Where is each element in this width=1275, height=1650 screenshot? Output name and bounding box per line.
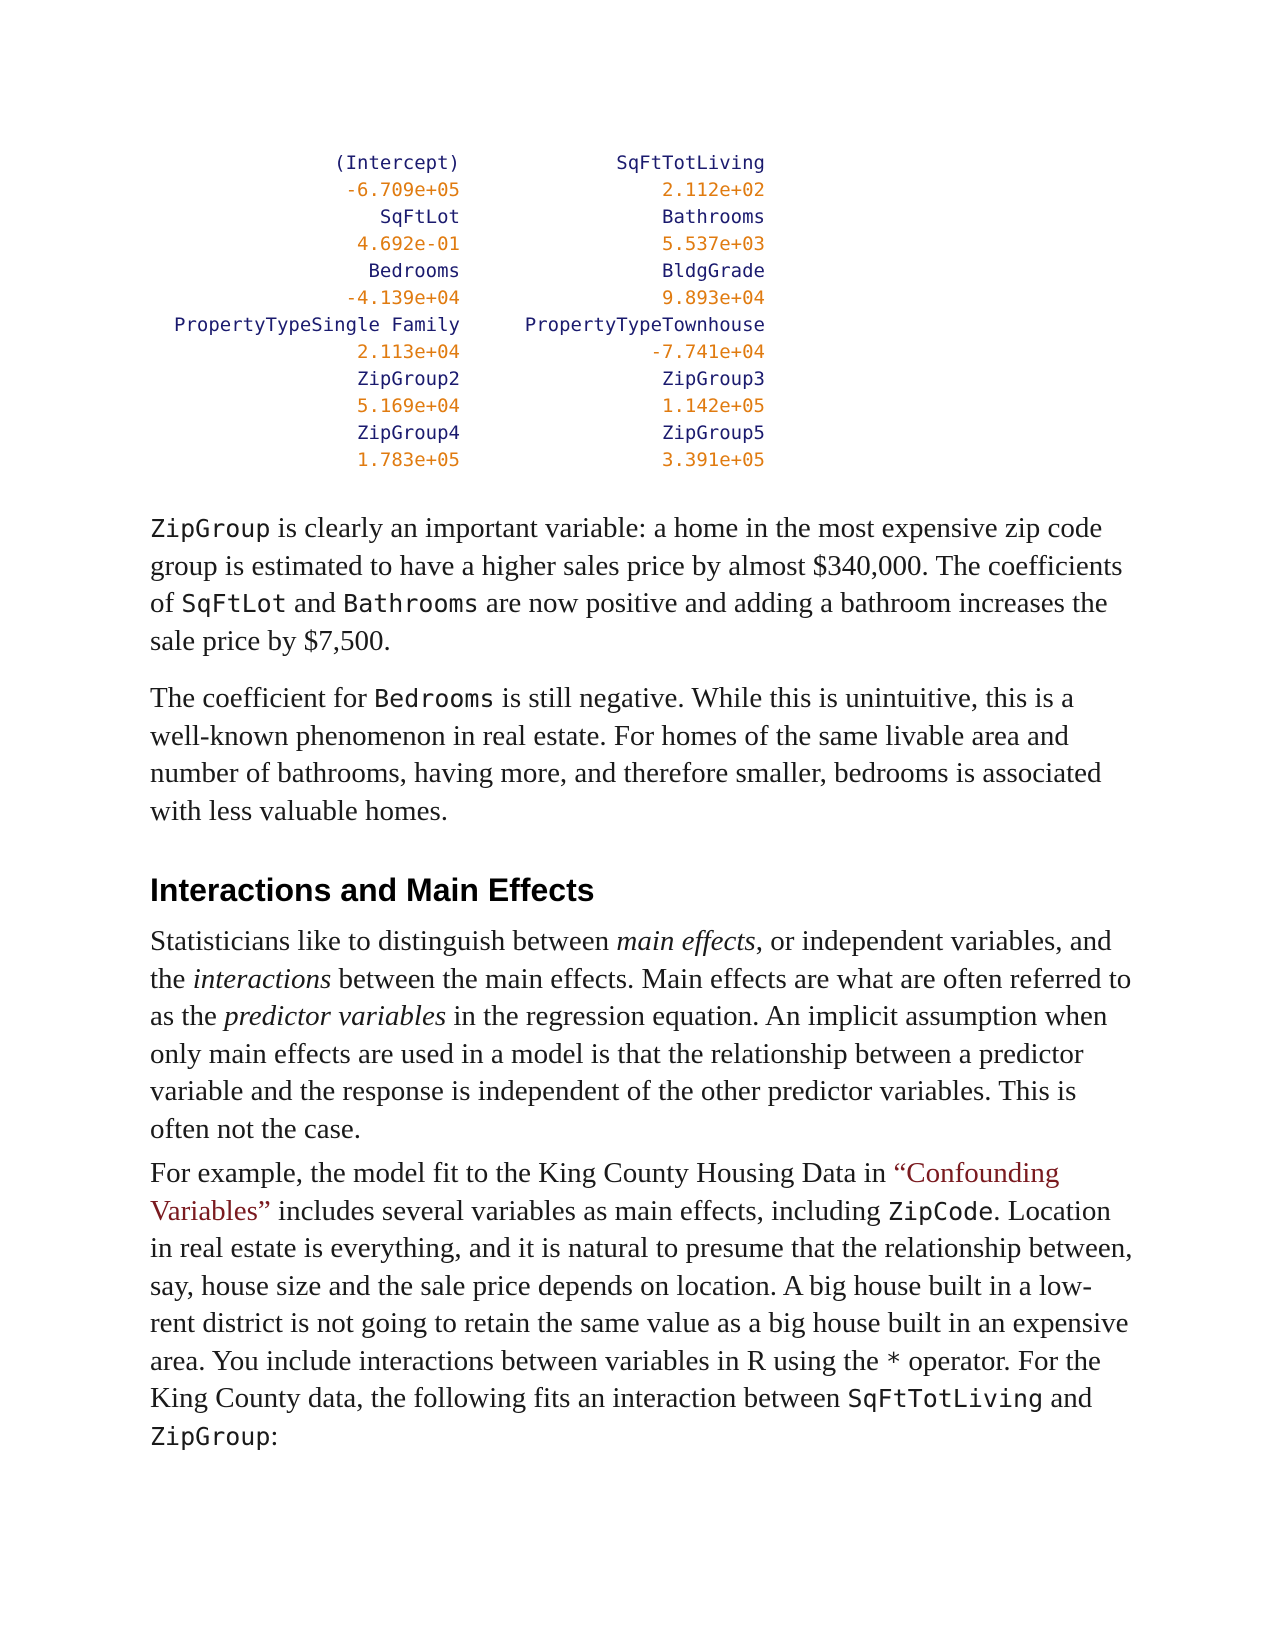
text-run: and — [1043, 1382, 1093, 1414]
inline-code: ZipCode — [887, 1196, 994, 1226]
inline-code: Bedrooms — [374, 684, 495, 713]
code-row: 1.783e+05 3.391e+05 — [150, 447, 770, 474]
coef-name: Bedrooms — [368, 260, 460, 282]
code-row: ZipGroup4 ZipGroup5 — [150, 420, 770, 447]
coef-value: 2.112e+02 — [662, 179, 765, 201]
code-row: Bedrooms BldgGrade — [150, 258, 770, 285]
emphasis: predictor variables — [224, 1000, 447, 1032]
coef-name: SqFtTotLiving — [616, 152, 765, 174]
coef-name: ZipGroup5 — [662, 422, 765, 444]
inline-code: Bathrooms — [343, 589, 479, 618]
inline-code: * — [886, 1346, 902, 1376]
coef-name: ZipGroup2 — [357, 368, 460, 390]
coef-name: ZipGroup3 — [662, 368, 765, 390]
inline-code: SqFtTotLiving — [847, 1384, 1044, 1413]
coef-name: ZipGroup4 — [357, 422, 460, 444]
coef-value: 4.692e-01 — [357, 233, 460, 255]
coef-name: (Intercept) — [334, 152, 460, 174]
code-row: -4.139e+04 9.893e+04 — [150, 285, 770, 312]
inline-code: ZipGroup — [150, 514, 271, 543]
text-run: The coefficient for — [150, 682, 375, 714]
coef-value: 2.113e+04 — [357, 341, 460, 363]
paragraph-main-effects: Statisticians like to distinguish betwee… — [150, 923, 1135, 1148]
coef-name: PropertyTypeSingle Family — [174, 314, 460, 336]
coef-value: -7.741e+04 — [650, 341, 765, 363]
text-run: : — [270, 1419, 279, 1452]
coef-value: -6.709e+05 — [345, 179, 460, 201]
section-heading: Interactions and Main Effects — [150, 872, 595, 908]
paragraph-bedrooms: The coefficient for Bedrooms is still ne… — [150, 680, 1135, 830]
coef-name: Bathrooms — [662, 206, 765, 228]
coef-name: BldgGrade — [662, 260, 765, 282]
code-row: ZipGroup2 ZipGroup3 — [150, 366, 770, 393]
paragraph-zipgroup: ZipGroup is clearly an important variabl… — [150, 510, 1135, 660]
coef-value: 1.142e+05 — [662, 395, 765, 417]
emphasis: interactions — [192, 962, 332, 995]
coefficient-output: (Intercept) SqFtTotLiving -6.709e+05 2.1… — [150, 150, 770, 474]
text-run: includes several variables as main effec… — [270, 1194, 888, 1227]
coef-name: SqFtLot — [379, 206, 460, 228]
coef-value: 5.169e+04 — [357, 395, 460, 417]
code-row: (Intercept) SqFtTotLiving — [150, 150, 770, 177]
code-row: 5.169e+04 1.142e+05 — [150, 393, 770, 420]
inline-code: SqFtLot — [181, 589, 287, 618]
text-run: For example, the model fit to the King C… — [150, 1157, 894, 1189]
coef-value: 9.893e+04 — [662, 287, 765, 309]
coef-value: 3.391e+05 — [662, 449, 765, 471]
coef-name: PropertyTypeTownhouse — [524, 314, 765, 336]
page: (Intercept) SqFtTotLiving -6.709e+05 2.1… — [0, 0, 1275, 1650]
coef-value: 1.783e+05 — [357, 449, 460, 471]
code-row: 2.113e+04 -7.741e+04 — [150, 339, 770, 366]
coef-value: 5.537e+03 — [662, 233, 765, 255]
code-row: SqFtLot Bathrooms — [150, 204, 770, 231]
text-run: Statisticians like to distinguish betwee… — [150, 925, 617, 957]
code-row: PropertyTypeSingle Family PropertyTypeTo… — [150, 312, 770, 339]
emphasis: main effects — [616, 925, 756, 957]
code-row: -6.709e+05 2.112e+02 — [150, 177, 770, 204]
code-row: 4.692e-01 5.537e+03 — [150, 231, 770, 258]
coef-value: -4.139e+04 — [345, 287, 460, 309]
text-run: and — [286, 587, 344, 619]
paragraph-example: For example, the model fit to the King C… — [150, 1155, 1135, 1455]
inline-code: ZipGroup — [150, 1421, 271, 1451]
